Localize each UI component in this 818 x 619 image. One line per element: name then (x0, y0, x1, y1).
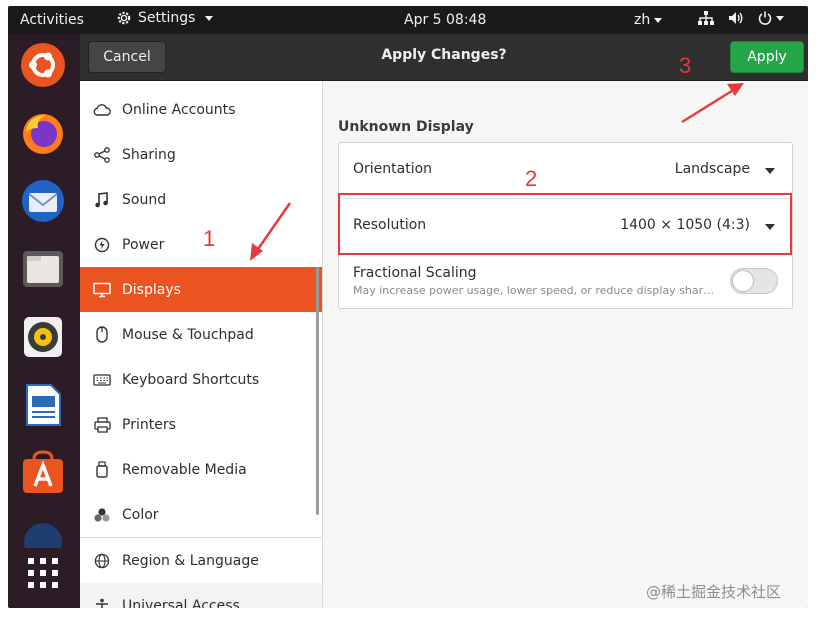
ubuntu-logo-icon[interactable] (20, 42, 66, 88)
sidebar-item-label: Power (122, 237, 164, 253)
input-method-label: zh (634, 12, 650, 28)
chevron-down-icon (765, 168, 775, 174)
mouse-icon (93, 326, 111, 344)
apply-button[interactable]: Apply (730, 41, 804, 73)
sidebar-item-label: Region & Language (122, 553, 259, 569)
watermark: @稀土掘金技术社区 (646, 581, 781, 602)
orientation-value: Landscape (675, 161, 750, 177)
rhythmbox-icon[interactable] (20, 314, 66, 360)
annotation-step-1: 1 (203, 226, 215, 252)
globe-icon (93, 552, 111, 570)
cloud-icon (93, 101, 111, 119)
sidebar-item-label: Removable Media (122, 462, 247, 478)
thunderbird-icon[interactable] (20, 178, 66, 224)
fractional-scaling-description: May increase power usage, lower speed, o… (353, 284, 718, 297)
header-bar: Cancel Apply Changes? Apply (80, 34, 808, 81)
top-bar: Activities Settings Apr 5 08:48 zh (8, 6, 808, 34)
toggle-knob (732, 270, 754, 292)
writer-icon[interactable] (20, 382, 66, 428)
sidebar-item-region-language[interactable]: Region & Language (80, 538, 322, 583)
usb-drive-icon (93, 461, 111, 479)
sidebar-item-sharing[interactable]: Sharing (80, 132, 322, 177)
sidebar-item-label: Mouse & Touchpad (122, 327, 254, 343)
resolution-highlight-box (338, 193, 792, 255)
sidebar-item-color[interactable]: Color (80, 492, 322, 537)
show-apps-icon[interactable] (20, 550, 66, 596)
dock (8, 34, 80, 608)
sidebar-item-sound[interactable]: Sound (80, 177, 322, 222)
display-icon (93, 281, 111, 299)
chevron-down-icon (776, 16, 784, 21)
sidebar-item-mouse-touchpad[interactable]: Mouse & Touchpad (80, 312, 322, 357)
network-icon (698, 11, 714, 25)
sidebar-item-label: Sound (122, 192, 166, 208)
sidebar-item-label: Color (122, 507, 159, 523)
sidebar-item-label: Online Accounts (122, 102, 235, 118)
accessibility-icon (93, 597, 111, 609)
display-name-heading: Unknown Display (338, 119, 474, 135)
sidebar-item-removable-media[interactable]: Removable Media (80, 447, 322, 492)
fractional-scaling-toggle[interactable] (730, 268, 778, 294)
display-settings-panel: Unknown Display Orientation Landscape Re… (323, 81, 808, 608)
system-tray[interactable] (698, 11, 784, 25)
settings-sidebar: Online Accounts Sharing Sound Power Disp… (80, 81, 323, 608)
header-title: Apply Changes? (80, 47, 808, 63)
orientation-row[interactable]: Orientation Landscape (339, 143, 792, 198)
sidebar-item-printers[interactable]: Printers (80, 402, 322, 447)
annotation-step-3: 3 (679, 53, 691, 79)
sidebar-item-online-accounts[interactable]: Online Accounts (80, 87, 322, 132)
annotation-step-2: 2 (525, 166, 537, 192)
sidebar-item-label: Displays (122, 282, 181, 298)
chevron-down-icon (654, 18, 662, 23)
app-menu[interactable]: Settings (116, 10, 213, 26)
sidebar-item-displays[interactable]: Displays (80, 267, 322, 312)
sidebar-item-label: Universal Access (122, 598, 240, 609)
volume-icon (728, 11, 744, 25)
keyboard-icon (93, 371, 111, 389)
firefox-icon[interactable] (20, 110, 66, 156)
color-icon (93, 506, 111, 524)
files-icon[interactable] (20, 246, 66, 292)
orientation-label: Orientation (353, 161, 432, 177)
sidebar-item-universal-access[interactable]: Universal Access (80, 583, 322, 608)
power-icon (758, 11, 772, 25)
dock-app-icon-partial[interactable] (20, 518, 66, 548)
sidebar-item-power[interactable]: Power (80, 222, 322, 267)
gear-icon (116, 10, 132, 26)
screen: Activities Settings Apr 5 08:48 zh (8, 6, 808, 608)
fractional-scaling-label: Fractional Scaling (353, 265, 477, 281)
sidebar-item-label: Keyboard Shortcuts (122, 372, 259, 388)
share-icon (93, 146, 111, 164)
fractional-scaling-row: Fractional Scaling May increase power us… (339, 255, 792, 310)
app-menu-label: Settings (138, 10, 195, 26)
sidebar-item-keyboard-shortcuts[interactable]: Keyboard Shortcuts (80, 357, 322, 402)
clock[interactable]: Apr 5 08:48 (404, 12, 486, 28)
chevron-down-icon (205, 16, 213, 21)
sidebar-item-label: Printers (122, 417, 176, 433)
sidebar-item-label: Sharing (122, 147, 176, 163)
music-note-icon (93, 191, 111, 209)
input-method-menu[interactable]: zh (634, 12, 662, 28)
printer-icon (93, 416, 111, 434)
power-icon (93, 236, 111, 254)
activities-button[interactable]: Activities (20, 12, 84, 28)
software-icon[interactable] (20, 450, 66, 496)
sidebar-scrollbar[interactable] (316, 267, 319, 515)
